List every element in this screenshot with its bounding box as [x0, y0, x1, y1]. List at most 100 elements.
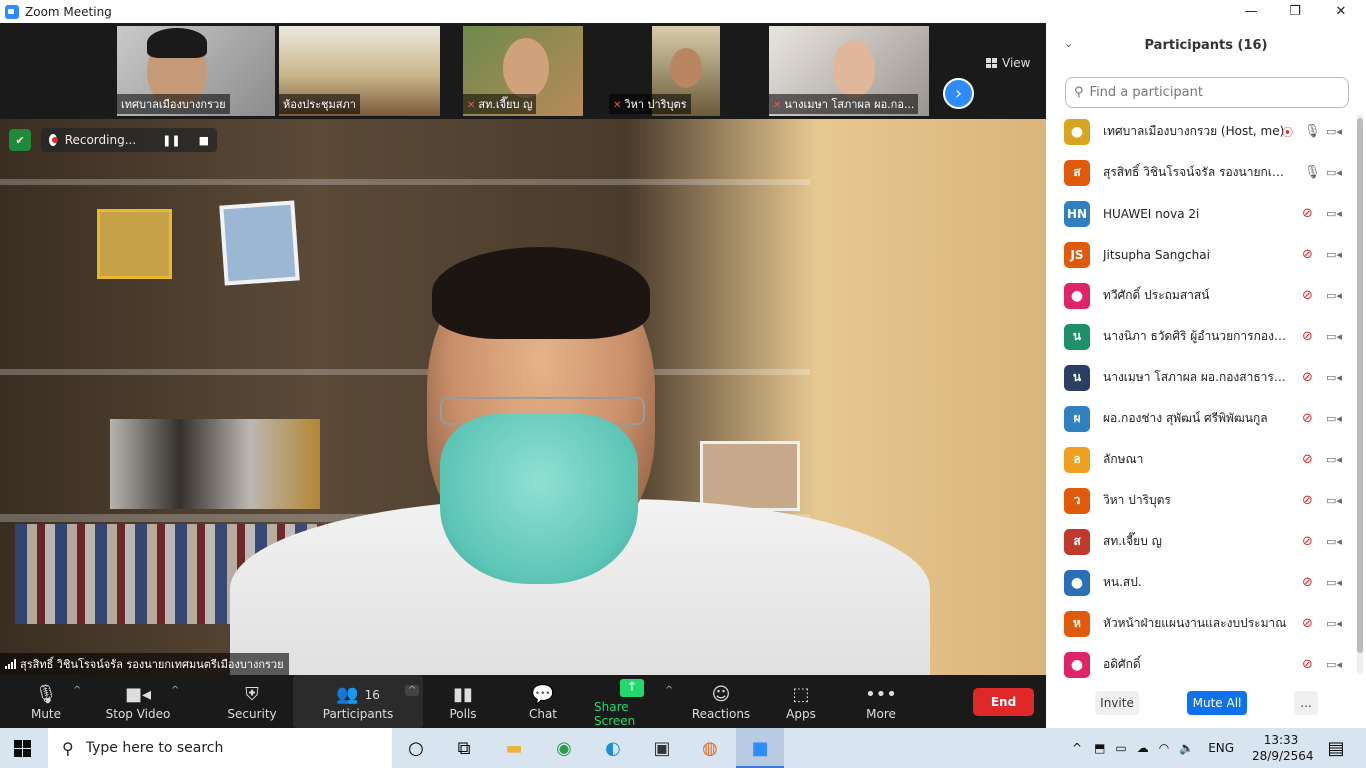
video-off-icon[interactable]: ▭◂ [1326, 576, 1342, 589]
file-explorer-icon[interactable]: ▬ [502, 736, 526, 760]
language-indicator[interactable]: ENG [1208, 741, 1234, 755]
task-view-icon[interactable]: ⧉ [452, 736, 476, 760]
meeting-tray-icon[interactable]: ⬒ [1094, 741, 1105, 755]
taskbar-search-input[interactable] [85, 740, 366, 756]
video-off-icon[interactable]: ▭◂ [1326, 453, 1342, 466]
thumbnail-video[interactable]: เทศบาลเมืองบางกรวย [117, 26, 275, 116]
close-button[interactable]: ✕ [1318, 0, 1364, 23]
video-off-icon[interactable]: ▭◂ [1326, 207, 1342, 220]
thumbnail-video[interactable]: ห้องประชุมสภา [279, 26, 440, 116]
participant-avatar: ● [1064, 651, 1090, 678]
participant-row[interactable]: น นางนิภา ธวัดศิริ ผู้อำนวยการกองคลัง ⊘ ▭◂ [1046, 316, 1356, 357]
muted-microphone-icon[interactable]: ⊘ [1302, 616, 1313, 631]
notification-center-icon[interactable]: ▤ [1324, 736, 1348, 760]
video-options-chevron-icon[interactable]: ^ [171, 685, 179, 696]
participant-row[interactable]: ส สท.เจี๊ยบ ญ ⊘ ▭◂ [1046, 521, 1356, 562]
mute-button[interactable]: 🎙 Mute [26, 675, 66, 728]
stop-video-button[interactable]: ■◂ Stop Video [104, 675, 172, 728]
mute-all-button[interactable]: Mute All [1187, 691, 1247, 715]
pause-recording-icon[interactable]: ❚❚ [162, 134, 180, 147]
muted-microphone-icon[interactable]: ⊘ [1302, 493, 1313, 508]
participant-row[interactable]: ว วิหา ปาริบุตร ⊘ ▭◂ [1046, 480, 1356, 521]
taskbar-clock[interactable]: 13:33 28/9/2564 [1252, 732, 1314, 764]
muted-microphone-icon[interactable]: ⊘ [1302, 452, 1313, 467]
cortana-icon[interactable]: ○ [404, 736, 428, 760]
microphone-icon[interactable]: 🎙 [1304, 124, 1321, 139]
system-tray: ^ ⬒ ▭ ☁ ◠ 🔈 ENG [1072, 728, 1234, 768]
firefox-icon[interactable]: ◍ [698, 736, 722, 760]
participant-name: อดิศักดิ์ [1103, 657, 1141, 671]
participant-row[interactable]: ล ลักษณา ⊘ ▭◂ [1046, 439, 1356, 480]
microphone-icon[interactable]: 🎙 [1304, 165, 1321, 180]
muted-microphone-icon[interactable]: ⊘ [1302, 329, 1313, 344]
reactions-button[interactable]: ☺ Reactions [692, 675, 750, 728]
muted-microphone-icon[interactable]: ⊘ [1302, 370, 1313, 385]
video-off-icon[interactable]: ▭◂ [1326, 125, 1342, 138]
wifi-icon[interactable]: ◠ [1159, 741, 1169, 755]
participant-row[interactable]: ● เทศบาลเมืองบางกรวย (Host, me) ⦿ 🎙 ▭◂ [1046, 111, 1356, 152]
participants-options-chevron-icon[interactable]: ^ [405, 685, 420, 696]
view-button[interactable]: View [986, 56, 1030, 70]
video-off-icon[interactable]: ▭◂ [1326, 412, 1342, 425]
share-screen-button[interactable]: ↑ Share Screen [594, 675, 670, 728]
participant-row[interactable]: ● หน.สป. ⊘ ▭◂ [1046, 562, 1356, 603]
video-off-icon[interactable]: ▭◂ [1326, 371, 1342, 384]
figurines [110, 419, 320, 509]
apps-button[interactable]: ⬚ Apps [783, 675, 819, 728]
stop-recording-icon[interactable]: ■ [199, 134, 209, 147]
muted-microphone-icon[interactable]: ⊘ [1302, 288, 1313, 303]
chrome-icon[interactable]: ◉ [552, 736, 576, 760]
battery-icon[interactable]: ▭ [1115, 741, 1126, 755]
participant-list-scrollbar-thumb[interactable] [1357, 118, 1363, 653]
volume-icon[interactable]: 🔈 [1179, 741, 1194, 755]
video-off-icon[interactable]: ▭◂ [1326, 248, 1342, 261]
video-off-icon[interactable]: ▭◂ [1326, 330, 1342, 343]
muted-microphone-icon[interactable]: ⊘ [1302, 657, 1313, 672]
share-options-chevron-icon[interactable]: ^ [665, 685, 673, 696]
participant-row[interactable]: ส สุรสิทธิ์ วิชินโรจน์จรัล รองนายกเทศม...… [1046, 152, 1356, 193]
audio-options-chevron-icon[interactable]: ^ [73, 685, 81, 696]
participant-row[interactable]: ห หัวหน้าฝ่ายแผนงานและงบประมาณ ⊘ ▭◂ [1046, 603, 1356, 644]
thumbnail-video[interactable]: ✕ นางเมษา โสภาผล ผอ.กอ... [769, 26, 929, 116]
participant-row[interactable]: ● อดิศักดิ์ ⊘ ▭◂ [1046, 644, 1356, 685]
participant-search-input[interactable] [1089, 85, 1330, 100]
polls-button[interactable]: ▮▮ Polls [445, 675, 481, 728]
participant-row[interactable]: HN HUAWEI nova 2i ⊘ ▭◂ [1046, 193, 1356, 234]
participant-row[interactable]: ● ทวีศักดิ์ ประถมสาสน์ ⊘ ▭◂ [1046, 275, 1356, 316]
zoom-taskbar-icon[interactable]: ■ [748, 736, 772, 760]
muted-microphone-icon[interactable]: ⊘ [1302, 206, 1313, 221]
windows-start-icon[interactable] [14, 740, 31, 757]
muted-microphone-icon[interactable]: ⊘ [1302, 411, 1313, 426]
thumbnail-label: ✕ วิหา ปาริบุตร [609, 94, 691, 114]
muted-microphone-icon[interactable]: ⊘ [1302, 534, 1313, 549]
end-meeting-button[interactable]: End [973, 688, 1034, 716]
video-off-icon[interactable]: ▭◂ [1326, 289, 1342, 302]
video-off-icon[interactable]: ▭◂ [1326, 658, 1342, 671]
store-icon[interactable]: ▣ [650, 736, 674, 760]
edge-icon[interactable]: ◐ [601, 736, 625, 760]
muted-microphone-icon[interactable]: ⊘ [1302, 575, 1313, 590]
chat-button[interactable]: 💬 Chat [524, 675, 562, 728]
participants-button[interactable]: 👥 16 Participants [293, 675, 423, 728]
invite-button[interactable]: Invite [1095, 691, 1139, 715]
participant-row[interactable]: JS Jitsupha Sangchai ⊘ ▭◂ [1046, 234, 1356, 275]
participant-row[interactable]: น นางเมษา โสภาผล ผอ.กองสาธารณสุ... ⊘ ▭◂ [1046, 357, 1356, 398]
participant-search-box[interactable]: ⚲ [1065, 77, 1349, 108]
network-icon[interactable]: ☁ [1137, 741, 1149, 755]
minimize-button[interactable]: — [1228, 0, 1274, 23]
video-off-icon[interactable]: ▭◂ [1326, 535, 1342, 548]
security-button[interactable]: ⛨ Security [226, 675, 278, 728]
muted-microphone-icon[interactable]: ⊘ [1302, 247, 1313, 262]
panel-more-button[interactable]: ... [1294, 691, 1318, 715]
next-page-button[interactable]: › [943, 78, 974, 109]
video-off-icon[interactable]: ▭◂ [1326, 617, 1342, 630]
taskbar-search-box[interactable]: ⚲ [48, 728, 392, 768]
more-button[interactable]: ••• More [863, 675, 899, 728]
thumbnail-video[interactable]: ✕ สท.เจี๊ยบ ญ [463, 26, 583, 116]
video-off-icon[interactable]: ▭◂ [1326, 166, 1342, 179]
restore-button[interactable]: ❐ [1272, 0, 1318, 23]
show-hidden-icons-chevron-icon[interactable]: ^ [1072, 741, 1082, 755]
encryption-shield-icon[interactable]: ✔ [9, 129, 31, 151]
participant-row[interactable]: ผ ผอ.กองช่าง สุพัฒน์ ศรีพิพัฒนกูล ⊘ ▭◂ [1046, 398, 1356, 439]
video-off-icon[interactable]: ▭◂ [1326, 494, 1342, 507]
